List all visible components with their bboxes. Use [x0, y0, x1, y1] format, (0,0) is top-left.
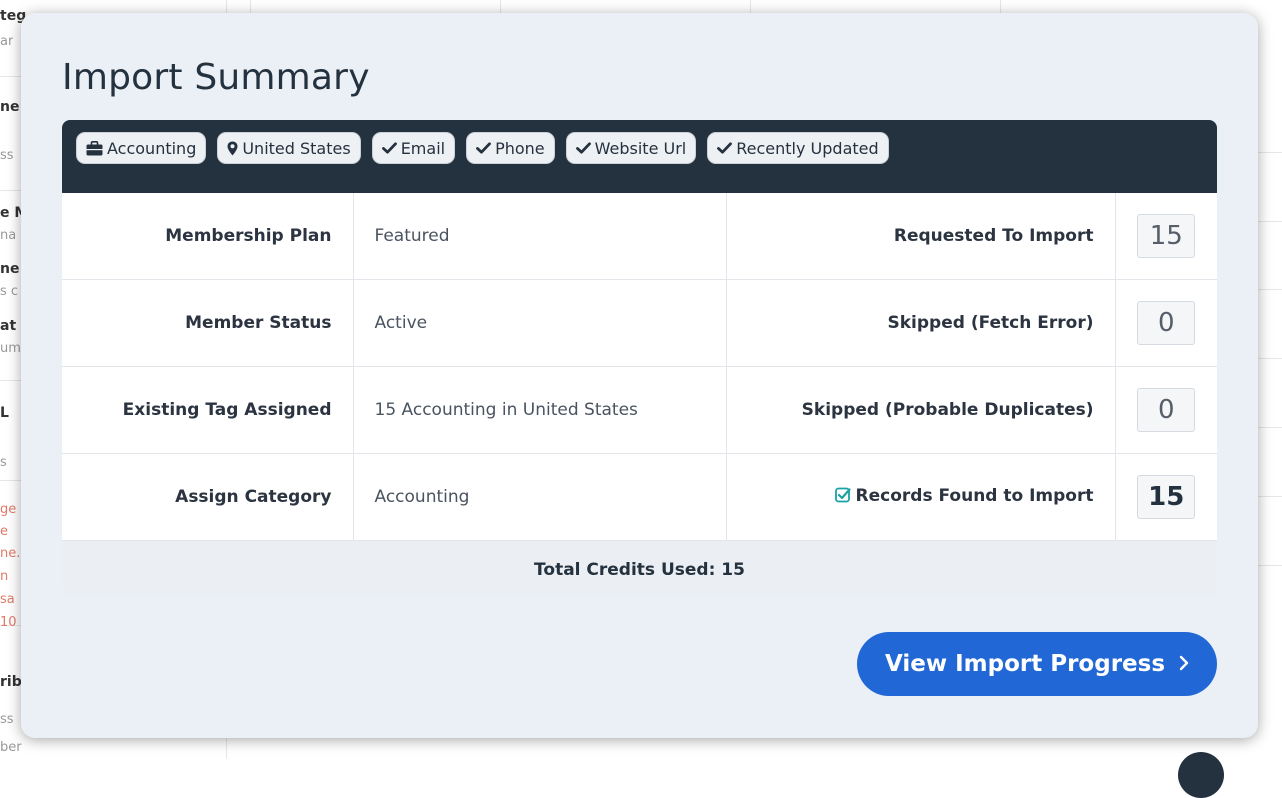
- bg-text: ber: [0, 740, 22, 755]
- bg-column-divider: [500, 0, 501, 14]
- stat-cell: 0: [1115, 366, 1217, 454]
- bg-text: ne.: [0, 546, 21, 561]
- summary-table: Membership Plan Featured Requested To Im…: [62, 193, 1217, 598]
- row-value: 15 Accounting in United States: [353, 366, 727, 454]
- bg-column-divider: [250, 0, 251, 14]
- filter-chips: Accounting United States Email Phone Web…: [76, 132, 889, 164]
- bg-text: n: [0, 569, 9, 584]
- chevron-right-icon: [1179, 651, 1189, 677]
- filter-chip-industry[interactable]: Accounting: [76, 132, 207, 164]
- bg-column-divider: [750, 0, 751, 14]
- bg-text: ge: [0, 502, 17, 517]
- bg-text: ss: [0, 712, 14, 727]
- bg-text: sa: [0, 592, 15, 607]
- stat-value: 15: [1137, 475, 1196, 519]
- filter-chip-label: Phone: [495, 138, 545, 158]
- filter-chip-label: Recently Updated: [736, 138, 879, 158]
- import-summary-modal: Import Summary Accounting United States …: [21, 13, 1258, 738]
- check-icon: [717, 142, 733, 154]
- filter-chip-label: Email: [400, 138, 446, 158]
- row-value: Featured: [353, 193, 727, 280]
- stat-cell: 0: [1115, 279, 1217, 367]
- row-label: Existing Tag Assigned: [62, 366, 354, 454]
- filter-chip-recently-updated[interactable]: Recently Updated: [707, 132, 889, 164]
- row-label: Membership Plan: [62, 193, 354, 280]
- filter-chip-email[interactable]: Email: [371, 132, 456, 164]
- bg-text: rib: [0, 674, 22, 690]
- stat-cell: 15: [1115, 193, 1217, 280]
- bg-text: ne: [0, 99, 20, 115]
- stat-value: 0: [1137, 388, 1196, 432]
- bg-text: s c: [0, 284, 19, 299]
- row-value: Active: [353, 279, 727, 367]
- filter-chip-label: Accounting: [107, 138, 197, 158]
- filter-chip-phone[interactable]: Phone: [466, 132, 555, 164]
- bg-text: at: [0, 318, 17, 334]
- bg-column-divider: [1000, 0, 1001, 14]
- total-credits: Total Credits Used: 15: [62, 540, 1217, 598]
- table-row: Existing Tag Assigned 15 Accounting in U…: [62, 366, 1217, 454]
- bg-text: ne: [0, 261, 20, 277]
- stat-cell: 15: [1115, 453, 1217, 541]
- bg-text: ar: [0, 34, 14, 49]
- stat-value: 0: [1137, 301, 1196, 345]
- total-row: Total Credits Used: 15: [62, 540, 1217, 598]
- check-icon: [381, 142, 397, 154]
- checkbox-checked-icon: [834, 487, 851, 508]
- stat-label-cell: Records Found to Import: [726, 453, 1116, 541]
- check-icon: [476, 142, 491, 154]
- filter-bar: Accounting United States Email Phone Web…: [62, 120, 1217, 193]
- bg-text: L: [0, 405, 9, 421]
- bg-text: na: [0, 228, 17, 243]
- table-row: Assign Category Accounting Records Found…: [62, 453, 1217, 541]
- bg-text: s: [0, 455, 7, 470]
- filter-chip-label: Website Url: [594, 138, 687, 158]
- row-label: Assign Category: [62, 453, 354, 541]
- filter-chip-location[interactable]: United States: [217, 132, 361, 164]
- stat-label: Requested To Import: [726, 193, 1116, 280]
- stat-value: 15: [1137, 214, 1196, 258]
- map-marker-icon: [227, 141, 238, 156]
- filter-chip-label: United States: [242, 138, 351, 158]
- stat-label: Skipped (Probable Duplicates): [726, 366, 1116, 454]
- bg-text: ss: [0, 148, 14, 163]
- briefcase-icon: [86, 140, 103, 156]
- stat-label: Records Found to Import: [855, 486, 1094, 506]
- check-icon: [575, 142, 591, 154]
- filter-chip-website-url[interactable]: Website Url: [565, 132, 697, 164]
- bg-text: 10: [0, 615, 17, 630]
- row-value: Accounting: [353, 453, 727, 541]
- view-import-progress-button[interactable]: View Import Progress: [857, 632, 1217, 696]
- table-row: Membership Plan Featured Requested To Im…: [62, 193, 1217, 280]
- bg-text: e: [0, 524, 8, 539]
- row-label: Member Status: [62, 279, 354, 367]
- cta-label: View Import Progress: [884, 651, 1166, 677]
- stat-label: Skipped (Fetch Error): [726, 279, 1116, 367]
- table-row: Member Status Active Skipped (Fetch Erro…: [62, 279, 1217, 367]
- modal-title: Import Summary: [62, 57, 370, 98]
